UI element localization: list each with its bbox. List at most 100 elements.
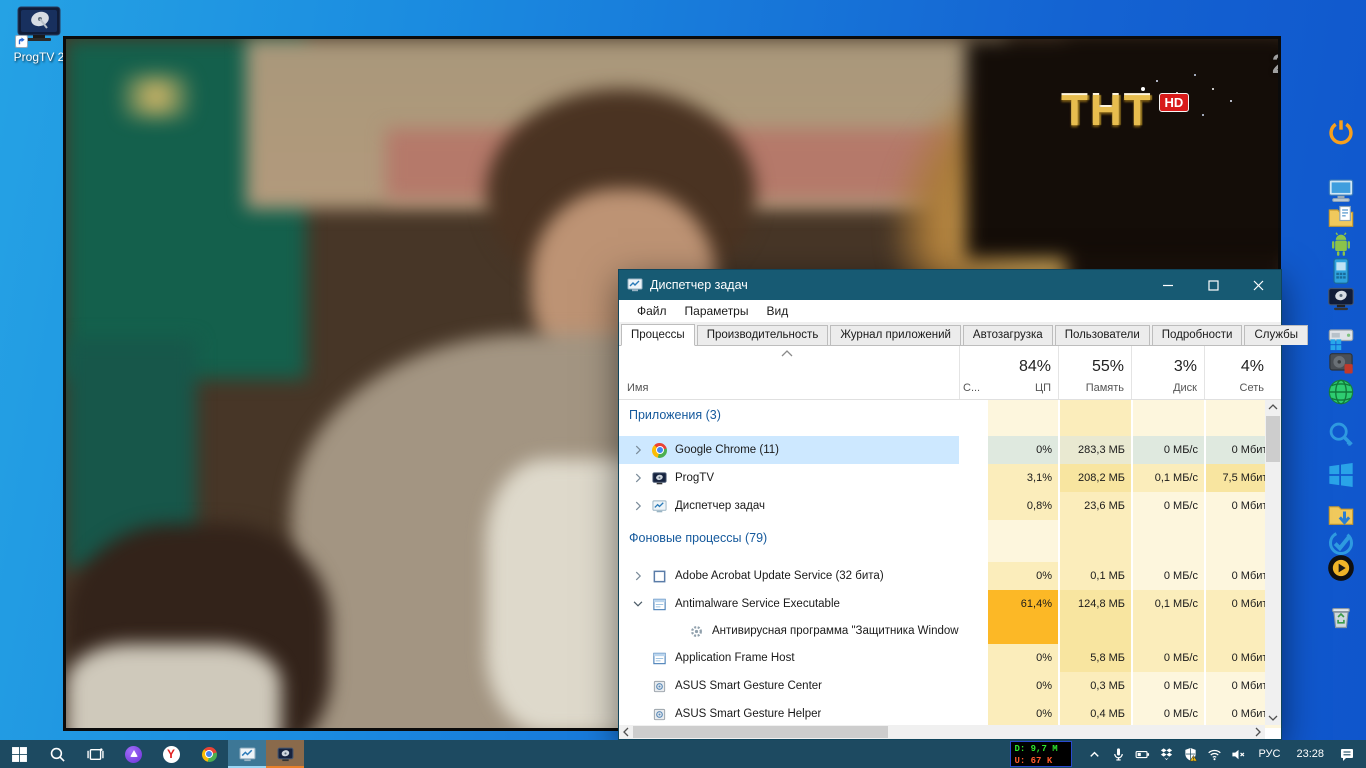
chevron-up-icon[interactable] <box>1082 740 1106 768</box>
desktop-icon-check[interactable] <box>1327 529 1355 557</box>
taskbar-button-chrome[interactable] <box>190 740 228 768</box>
process-row[interactable]: ASUS Smart Gesture Center0%0,3 МБ0 МБ/с0… <box>619 672 1281 700</box>
cpu-cell: 0% <box>986 672 1058 700</box>
process-row[interactable]: ASUS Smart Gesture Helper0%0,4 МБ0 МБ/с0… <box>619 700 1281 728</box>
process-row[interactable]: ProgTV3,1%208,2 МБ0,1 МБ/с7,5 Мбит/с <box>619 464 1281 492</box>
sort-caret-icon <box>779 348 795 360</box>
wifi-icon[interactable] <box>1202 740 1226 768</box>
tab-службы[interactable]: Службы <box>1244 325 1308 345</box>
mic-icon[interactable] <box>1106 740 1130 768</box>
tab-процессы[interactable]: Процессы <box>621 324 695 346</box>
desktop-icon-recycle-bin[interactable] <box>1327 603 1355 631</box>
desktop-icon-windows[interactable] <box>1327 461 1355 489</box>
dropbox-icon[interactable] <box>1154 740 1178 768</box>
battery-icon[interactable] <box>1130 740 1154 768</box>
desktop-icon-computer[interactable] <box>1327 176 1355 204</box>
disk-cell <box>1131 400 1204 436</box>
column-name-label[interactable]: Имя <box>627 382 648 394</box>
action-center-icon[interactable] <box>1332 740 1362 768</box>
taskbar-button-search[interactable] <box>38 740 76 768</box>
tab-автозагрузка[interactable]: Автозагрузка <box>963 325 1053 345</box>
taskbar-button-task-view[interactable] <box>76 740 114 768</box>
chevron-right-icon[interactable] <box>631 443 645 457</box>
scroll-right-icon[interactable] <box>1251 725 1265 739</box>
process-group-row[interactable]: Фоновые процессы (79) <box>619 520 1281 562</box>
taskbar-button-progtv[interactable] <box>266 740 304 768</box>
desktop-icon-hdd[interactable] <box>1327 349 1355 377</box>
scroll-left-icon[interactable] <box>619 725 633 739</box>
asus-icon <box>652 707 667 722</box>
scroll-down-icon[interactable] <box>1265 711 1281 725</box>
close-button[interactable] <box>1236 270 1281 300</box>
desktop-icon-folder-doc[interactable] <box>1327 203 1355 231</box>
desktop-icon-aimp[interactable] <box>1327 554 1355 582</box>
column-cpu[interactable]: 84% ЦП <box>959 346 1058 399</box>
minimize-button[interactable] <box>1146 270 1191 300</box>
defender-warning-icon[interactable] <box>1178 740 1202 768</box>
tab-подробности[interactable]: Подробности <box>1152 325 1243 345</box>
menu-файл[interactable]: Файл <box>629 302 675 320</box>
disk-label: Диск <box>1173 382 1197 394</box>
desktop-icon-win-drive[interactable] <box>1327 323 1355 351</box>
task-manager-titlebar[interactable]: Диспетчер задач <box>619 270 1281 300</box>
status-cell <box>959 672 986 700</box>
language-indicator[interactable]: РУС <box>1250 748 1288 760</box>
column-header[interactable]: Имя С... 84% ЦП 55% Память 3% Диск 4% Се… <box>619 346 1281 400</box>
tab-журнал-приложений[interactable]: Журнал приложений <box>830 325 961 345</box>
maximize-button[interactable] <box>1191 270 1236 300</box>
process-group-row[interactable]: Приложения (3) <box>619 400 1281 436</box>
column-network[interactable]: 4% Сеть <box>1204 346 1271 399</box>
column-memory[interactable]: 55% Память <box>1058 346 1131 399</box>
process-row[interactable]: Диспетчер задач0,8%23,6 МБ0 МБ/с0 Мбит/с <box>619 492 1281 520</box>
memory-cell: 283,3 МБ <box>1058 436 1131 464</box>
status-cell <box>959 644 986 672</box>
process-row[interactable]: Google Chrome (11)0%283,3 МБ0 МБ/с0 Мбит… <box>619 436 1281 464</box>
volume-muted-icon[interactable] <box>1226 740 1250 768</box>
process-row[interactable]: Application Frame Host0%5,8 МБ0 МБ/с0 Мб… <box>619 644 1281 672</box>
disk-cell <box>1131 618 1204 644</box>
vertical-scroll-thumb[interactable] <box>1266 416 1280 462</box>
desktop-icon-search-plus[interactable] <box>1327 420 1355 448</box>
disk-cell: 0 МБ/с <box>1131 562 1204 590</box>
vertical-scrollbar[interactable] <box>1265 400 1281 725</box>
process-row[interactable]: Антивирусная программа "Защитника Window… <box>619 618 1281 644</box>
disk-cell: 0,1 МБ/с <box>1131 464 1204 492</box>
task-manager-window[interactable]: Диспетчер задач ФайлПараметрыВид Процесс… <box>618 269 1282 740</box>
memory-total-pct: 55% <box>1092 358 1124 376</box>
horizontal-scroll-thumb[interactable] <box>633 726 888 738</box>
disk-cell: 0 МБ/с <box>1131 700 1204 728</box>
process-name-cell: ASUS Smart Gesture Center <box>619 672 959 700</box>
status-cell <box>959 562 986 590</box>
tab-пользователи[interactable]: Пользователи <box>1055 325 1150 345</box>
chevron-right-icon[interactable] <box>631 499 645 513</box>
taskbar-clock[interactable]: 23:28 <box>1288 748 1332 760</box>
scroll-up-icon[interactable] <box>1265 400 1281 414</box>
taskbar-button-start[interactable] <box>0 740 38 768</box>
chevron-right-icon[interactable] <box>631 569 645 583</box>
taskbar-button-task-manager[interactable] <box>228 740 266 768</box>
desktop-icon-folder-download[interactable] <box>1327 501 1355 529</box>
disk-cell <box>1131 520 1204 562</box>
menu-параметры[interactable]: Параметры <box>677 302 757 320</box>
chevron-right-icon[interactable] <box>631 471 645 485</box>
download-speed: D: 9,7 M <box>1014 743 1068 755</box>
process-name-cell: Диспетчер задач <box>619 492 959 520</box>
network-speed-monitor[interactable]: D: 9,7 M U: 67 K <box>1010 741 1072 767</box>
memory-cell: 208,2 МБ <box>1058 464 1131 492</box>
desktop-icon-tv-sat[interactable] <box>1327 285 1355 313</box>
menu-вид[interactable]: Вид <box>758 302 796 320</box>
disk-cell: 0 МБ/с <box>1131 644 1204 672</box>
desktop-icon-power[interactable] <box>1327 118 1355 146</box>
desktop-icon-android[interactable] <box>1327 230 1355 258</box>
column-disk[interactable]: 3% Диск <box>1131 346 1204 399</box>
process-row[interactable]: Antimalware Service Executable61,4%124,8… <box>619 590 1281 618</box>
process-row[interactable]: Adobe Acrobat Update Service (32 бита)0%… <box>619 562 1281 590</box>
desktop-icon-phone[interactable] <box>1327 257 1355 285</box>
chevron-down-icon[interactable] <box>631 597 645 611</box>
system-tray: D: 9,7 M U: 67 K РУС 23:28 <box>1010 740 1366 768</box>
taskbar-button-alice[interactable] <box>114 740 152 768</box>
tab-производительность[interactable]: Производительность <box>697 325 829 345</box>
taskbar-button-yandex-browser[interactable]: Y <box>152 740 190 768</box>
horizontal-scrollbar[interactable] <box>619 725 1265 739</box>
desktop-icon-globe[interactable] <box>1327 378 1355 406</box>
